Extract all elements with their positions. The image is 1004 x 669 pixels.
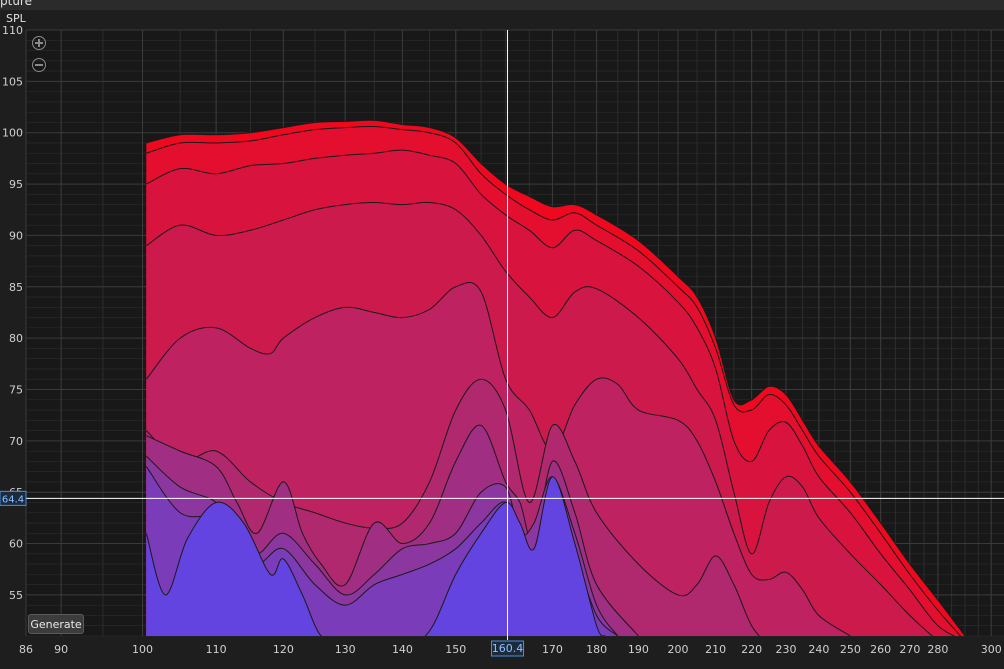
y-tick-label: 70: [9, 435, 23, 448]
x-tick-label: 230: [775, 643, 796, 656]
x-tick-label: 270: [899, 643, 920, 656]
chart-area[interactable]: 5560657075808590951001051108690100110120…: [0, 0, 1004, 665]
y-tick-label: 55: [9, 589, 23, 602]
x-tick-label: 200: [667, 643, 688, 656]
x-tick-label: 240: [808, 643, 829, 656]
spl-chart[interactable]: 5560657075808590951001051108690100110120…: [0, 0, 1004, 665]
x-tick-label: 260: [870, 643, 891, 656]
y-tick-label: 110: [2, 24, 23, 37]
x-tick-label: 180: [586, 643, 607, 656]
y-tick-label: 100: [2, 127, 23, 140]
x-tick-label: 120: [273, 643, 294, 656]
x-tick-label: 140: [392, 643, 413, 656]
generate-button[interactable]: Generate: [28, 614, 84, 634]
cursor-y-label: 64.4: [2, 494, 24, 505]
x-tick-label: 300: [981, 643, 1002, 656]
x-tick-label: 90: [54, 643, 68, 656]
y-tick-label: 95: [9, 178, 23, 191]
x-tick-label: 170: [542, 643, 563, 656]
x-tick-label: 130: [335, 643, 356, 656]
y-tick-label: 80: [9, 332, 23, 345]
x-tick-label: 110: [206, 643, 227, 656]
x-tick-label: 220: [741, 643, 762, 656]
x-tick-label: 150: [445, 643, 466, 656]
x-tick-label: 250: [840, 643, 861, 656]
y-tick-label: 85: [9, 281, 23, 294]
x-tick-label: 280: [927, 643, 948, 656]
cursor-x-label: 160.4: [492, 642, 524, 655]
zoom-in-icon[interactable]: [32, 36, 46, 50]
x-tick-label: 100: [132, 643, 153, 656]
y-axis-label: SPL: [6, 12, 26, 25]
zoom-out-icon[interactable]: [32, 58, 46, 72]
y-tick-label: 90: [9, 229, 23, 242]
x-tick-label: 190: [628, 643, 649, 656]
y-tick-label: 105: [2, 75, 23, 88]
x-tick-label: 86: [19, 643, 33, 656]
y-tick-label: 75: [9, 383, 23, 396]
x-tick-label: 210: [705, 643, 726, 656]
y-tick-label: 60: [9, 538, 23, 551]
